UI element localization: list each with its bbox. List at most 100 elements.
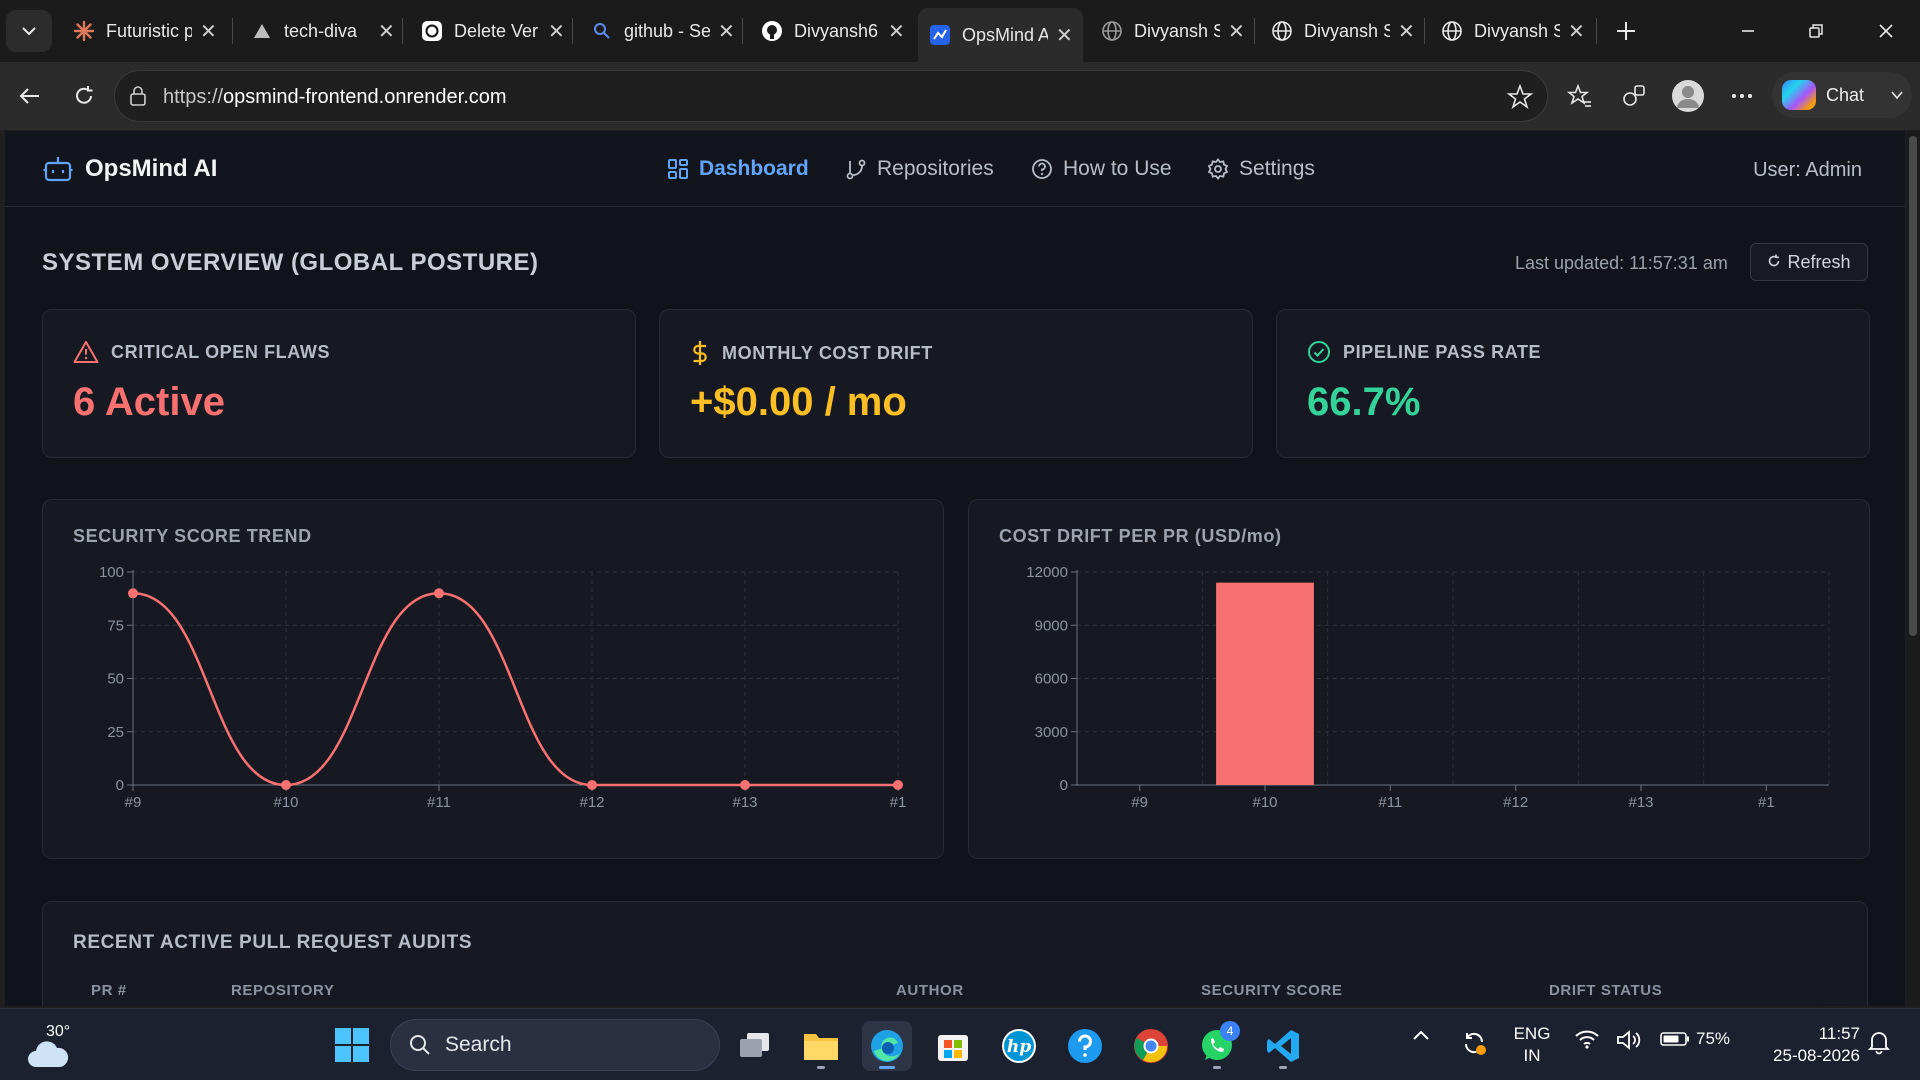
- taskbar-search[interactable]: Search: [390, 1019, 720, 1071]
- y-tick-label: 9000: [1035, 617, 1068, 634]
- y-tick-label: 25: [107, 724, 124, 741]
- extensions-button[interactable]: [1616, 78, 1652, 114]
- windows-taskbar: 30° Search hp 4 ENG IN 75% 11:57 25-08-2…: [0, 1008, 1920, 1080]
- x-tick-label: #12: [579, 794, 604, 811]
- favorite-star-icon[interactable]: [1506, 83, 1534, 115]
- close-icon[interactable]: ✕: [1228, 19, 1245, 44]
- x-tick-label: #1: [1758, 794, 1775, 811]
- running-indicator: [1213, 1066, 1221, 1069]
- opsmind-icon: [928, 23, 952, 47]
- reload-button[interactable]: [64, 76, 104, 116]
- close-icon[interactable]: ✕: [378, 19, 395, 44]
- page-title: SYSTEM OVERVIEW (GLOBAL POSTURE): [42, 249, 539, 276]
- browser-tab-active[interactable]: OpsMind A ✕: [918, 8, 1083, 62]
- x-tick-label: #10: [273, 794, 298, 811]
- close-window-button[interactable]: [1866, 14, 1906, 48]
- close-icon[interactable]: ✕: [1398, 19, 1415, 44]
- close-icon[interactable]: ✕: [888, 19, 905, 44]
- table-header-drift-status: DRIFT STATUS: [1549, 982, 1663, 999]
- browser-tab[interactable]: Divyansh S ✕: [1430, 10, 1595, 52]
- y-tick-label: 6000: [1035, 671, 1068, 688]
- input-language[interactable]: ENG IN: [1512, 1023, 1552, 1067]
- nav-repositories-label: Repositories: [877, 157, 994, 180]
- hp-icon: hp: [1002, 1029, 1036, 1063]
- favorites-icon: [1567, 83, 1591, 107]
- tab-title: Divyansh S: [1134, 20, 1220, 41]
- tab-title: OpsMind A: [962, 24, 1048, 45]
- opsmind-app: OpsMind AI Dashboard Repositories How to…: [5, 131, 1905, 1006]
- browser-tab[interactable]: Divyansh S ✕: [1090, 10, 1255, 52]
- brand[interactable]: OpsMind AI: [43, 155, 217, 183]
- browser-tab[interactable]: Divyansh S ✕: [1260, 10, 1425, 52]
- security-score-line-chart: 0 25 50 75 100 #9 #10 #11 #12 #13 #1: [99, 564, 906, 811]
- microsoft-store-app[interactable]: [928, 1021, 978, 1071]
- minimize-button[interactable]: [1728, 14, 1768, 48]
- battery-indicator[interactable]: 75%: [1660, 1029, 1730, 1049]
- app-navbar: OpsMind AI Dashboard Repositories How to…: [5, 131, 1905, 207]
- profile-avatar[interactable]: [1670, 78, 1706, 114]
- chrome-icon: [1134, 1029, 1168, 1063]
- back-button[interactable]: [10, 76, 50, 116]
- github-icon: [760, 19, 784, 43]
- whatsapp-app[interactable]: 4: [1192, 1021, 1242, 1071]
- data-point: [740, 780, 750, 790]
- store-icon: [938, 1035, 968, 1061]
- volume-icon[interactable]: [1616, 1029, 1642, 1051]
- region-code: IN: [1523, 1046, 1541, 1065]
- chevron-up-icon: [1413, 1030, 1429, 1040]
- new-tab-button[interactable]: [1606, 14, 1646, 48]
- edge-browser-app[interactable]: [862, 1021, 912, 1071]
- file-explorer-app[interactable]: [796, 1021, 846, 1071]
- browser-tab[interactable]: Futuristic p ✕: [62, 10, 227, 52]
- task-view-app[interactable]: [730, 1021, 780, 1071]
- close-icon[interactable]: ✕: [1056, 23, 1073, 48]
- nav-how-to-use[interactable]: How to Use: [1031, 157, 1172, 181]
- notifications-button[interactable]: [1866, 1029, 1892, 1055]
- stat-label: PIPELINE PASS RATE: [1343, 341, 1542, 362]
- refresh-button[interactable]: Refresh: [1750, 243, 1868, 281]
- onedrive-sync-icon[interactable]: [1460, 1029, 1488, 1057]
- address-bar[interactable]: https://opsmind-frontend.onrender.com: [114, 70, 1548, 122]
- browser-tab[interactable]: Delete Ver ✕: [410, 10, 575, 52]
- wifi-icon[interactable]: [1574, 1029, 1600, 1049]
- bot-icon: [43, 157, 73, 182]
- browser-tab[interactable]: Divyansh6 ✕: [750, 10, 915, 52]
- close-icon[interactable]: ✕: [200, 19, 217, 44]
- page-scrollbar-thumb[interactable]: [1909, 136, 1917, 636]
- nav-dashboard[interactable]: Dashboard: [667, 157, 809, 181]
- table-header-pr: PR #: [91, 982, 127, 999]
- nav-repositories[interactable]: Repositories: [845, 157, 994, 181]
- cost-drift-per-pr-card: COST DRIFT PER PR (USD/mo) 0 3000 6000 9000…: [968, 499, 1870, 859]
- tab-actions-menu[interactable]: [6, 10, 52, 52]
- data-point: [434, 588, 444, 599]
- globe-icon: [1270, 19, 1294, 43]
- chevron-down-icon: [1891, 91, 1903, 100]
- restore-button[interactable]: [1796, 14, 1836, 48]
- hp-app[interactable]: hp: [994, 1021, 1044, 1071]
- series-line: [132, 592, 898, 787]
- clock[interactable]: 11:57 25-08-2026: [1750, 1023, 1860, 1067]
- weather-widget[interactable]: 30°: [24, 1021, 74, 1071]
- vscode-app[interactable]: [1258, 1021, 1308, 1071]
- get-help-app[interactable]: [1060, 1021, 1110, 1071]
- data-point: [281, 780, 291, 790]
- nav-settings[interactable]: Settings: [1207, 157, 1315, 181]
- show-hidden-icons-button[interactable]: [1412, 1029, 1430, 1041]
- table-title: RECENT ACTIVE PULL REQUEST AUDITS: [73, 932, 473, 953]
- close-icon[interactable]: ✕: [548, 19, 565, 44]
- close-icon[interactable]: ✕: [1568, 19, 1585, 44]
- favorites-button[interactable]: [1562, 78, 1598, 114]
- chrome-app[interactable]: [1126, 1021, 1176, 1071]
- copilot-chat-button[interactable]: Chat: [1772, 72, 1912, 118]
- close-icon[interactable]: ✕: [718, 19, 735, 44]
- start-button[interactable]: [334, 1027, 370, 1068]
- browser-tab[interactable]: tech-diva ✕: [240, 10, 405, 52]
- more-menu-button[interactable]: [1724, 78, 1760, 114]
- stat-label: CRITICAL OPEN FLAWS: [111, 341, 331, 362]
- x-tick-label: #10: [1252, 794, 1277, 811]
- tab-title: Divyansh S: [1474, 20, 1560, 41]
- language-code: ENG: [1513, 1024, 1551, 1043]
- restore-icon: [1809, 24, 1823, 38]
- search-icon: [590, 19, 614, 43]
- browser-tab[interactable]: github - Se ✕: [580, 10, 745, 52]
